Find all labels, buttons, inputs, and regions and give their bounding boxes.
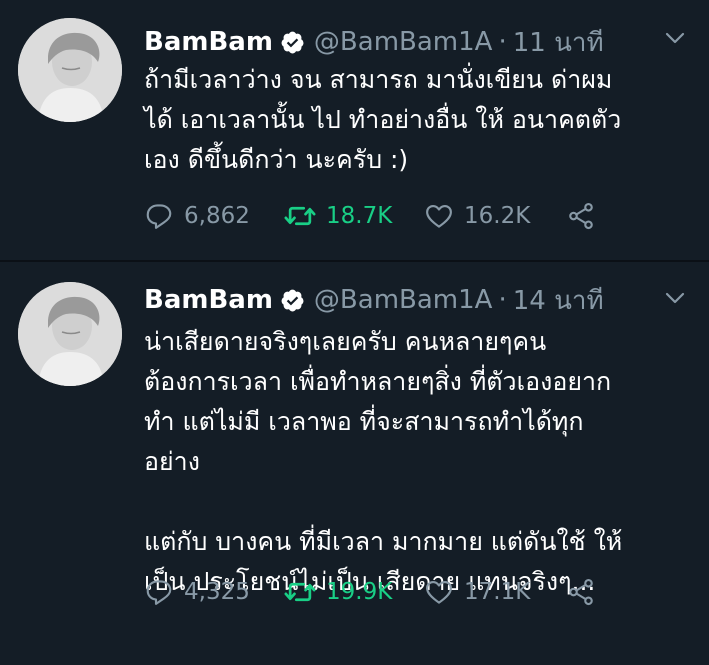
share-icon (566, 201, 596, 231)
tweet-header: BamBam @BamBam1A · 11 นาที (144, 22, 604, 62)
timestamp[interactable]: 14 นาที (513, 280, 604, 321)
heart-icon (424, 201, 454, 231)
retweet-button[interactable]: 18.7K (284, 201, 424, 231)
reply-count: 4,325 (184, 579, 250, 605)
avatar[interactable] (18, 18, 122, 122)
retweet-count: 18.7K (326, 203, 393, 229)
display-name[interactable]: BamBam (144, 27, 273, 57)
chevron-down-icon[interactable] (663, 286, 687, 310)
retweet-icon (284, 577, 316, 607)
like-count: 17.1K (464, 579, 531, 605)
tweet[interactable]: BamBam @BamBam1A · 11 นาที ถ้ามีเวลาว่าง… (0, 0, 709, 262)
share-button[interactable] (566, 577, 596, 607)
handle[interactable]: @BamBam1A (314, 27, 493, 57)
reply-icon (144, 577, 174, 607)
reply-count: 6,862 (184, 203, 250, 229)
avatar[interactable] (18, 282, 122, 386)
heart-icon (424, 577, 454, 607)
handle[interactable]: @BamBam1A (314, 285, 493, 315)
like-button[interactable]: 17.1K (424, 577, 566, 607)
share-icon (566, 577, 596, 607)
verified-badge-icon (280, 30, 305, 55)
chevron-down-icon[interactable] (663, 26, 687, 50)
separator-dot: · (498, 285, 507, 315)
reply-button[interactable]: 6,862 (144, 201, 284, 231)
retweet-icon (284, 201, 316, 231)
like-button[interactable]: 16.2K (424, 201, 566, 231)
tweet-actions: 6,862 18.7K 16.2K (144, 196, 596, 236)
tweet-text: น่าเสียดายจริงๆเลยครับ คนหลายๆคน ต้องการ… (144, 327, 623, 596)
verified-badge-icon (280, 288, 305, 313)
tweet-actions: 4,325 19.9K 17.1K (144, 572, 596, 612)
like-count: 16.2K (464, 203, 531, 229)
tweet[interactable]: BamBam @BamBam1A · 14 นาที น่าเสียดายจริ… (0, 262, 709, 665)
tweet-header: BamBam @BamBam1A · 14 นาที (144, 280, 604, 320)
share-button[interactable] (566, 201, 596, 231)
timestamp[interactable]: 11 นาที (513, 22, 604, 63)
display-name[interactable]: BamBam (144, 285, 273, 315)
reply-icon (144, 201, 174, 231)
retweet-count: 19.9K (326, 579, 393, 605)
retweet-button[interactable]: 19.9K (284, 577, 424, 607)
separator-dot: · (498, 27, 507, 57)
reply-button[interactable]: 4,325 (144, 577, 284, 607)
tweet-text: ถ้ามีเวลาว่าง จน สามารถ มานั่งเขียน ด่าผ… (144, 65, 622, 174)
